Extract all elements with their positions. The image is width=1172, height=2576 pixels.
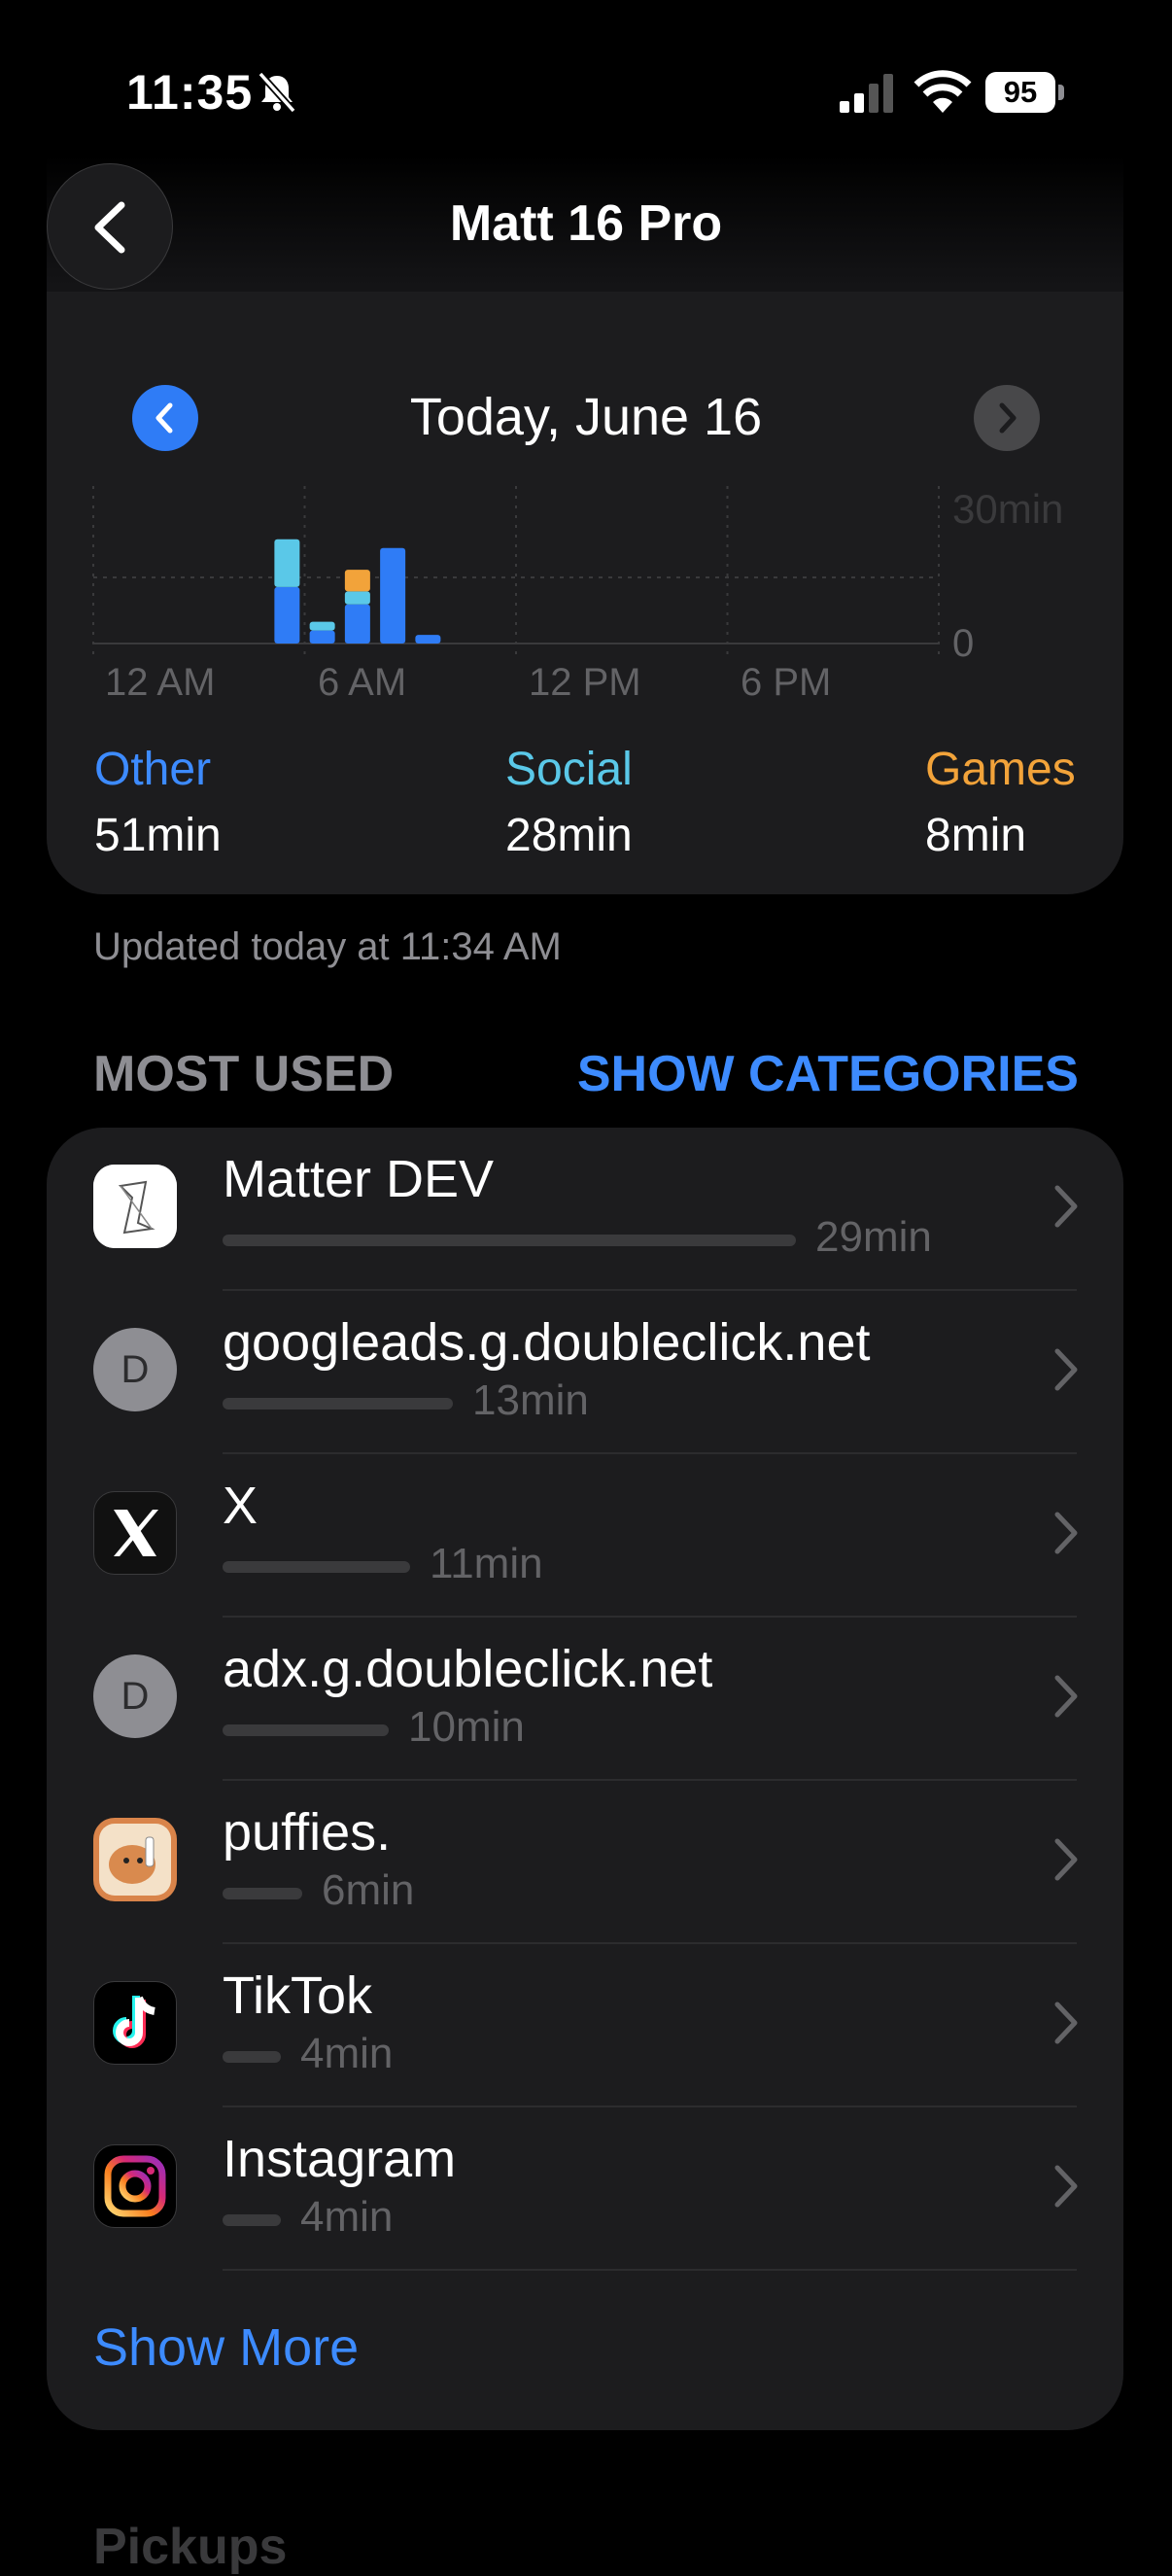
app-time: 10min [408,1703,525,1751]
x-tick-label: 6 PM [741,661,832,704]
x-tick-label: 6 AM [318,661,407,704]
letter-d-icon: D [93,1328,177,1411]
chevron-right-icon [1054,1185,1078,1228]
tiktok-icon [93,1981,177,2065]
category-social-label: Social [505,744,633,795]
app-time: 4min [300,2030,394,2077]
app-name: TikTok [223,1967,373,2025]
chart-bar-segment [274,539,300,587]
usage-bar [223,1888,302,1899]
bell-slash-icon [258,71,296,114]
usage-bar [223,2051,281,2063]
battery-level: 95 [985,72,1055,113]
app-name: puffies. [223,1803,392,1862]
category-games-label: Games [925,744,1076,795]
page-title: Matt 16 Pro [449,195,723,252]
usage-bar [223,1235,796,1246]
app-name: googleads.g.doubleclick.net [223,1313,871,1372]
app-row-instagram[interactable]: Instagram 4min [47,2107,1123,2271]
app-name: adx.g.doubleclick.net [223,1640,713,1698]
instagram-icon [93,2144,177,2228]
chart-bar-segment [344,570,370,592]
app-row-adx[interactable]: D adx.g.doubleclick.net 10min [47,1618,1123,1781]
pickups-section-title: Pickups [93,2519,288,2575]
app-row-tiktok[interactable]: TikTok 4min [47,1944,1123,2107]
usage-bar [223,1398,453,1410]
category-other-label: Other [94,744,212,795]
x-tick-label: 12 PM [529,661,641,704]
app-name: X [223,1477,259,1535]
usage-bar [223,2214,281,2226]
category-other-value: 51min [94,810,222,861]
show-categories-button[interactable]: SHOW CATEGORIES [577,1045,1079,1103]
x-app-icon [93,1491,177,1575]
matter-dev-icon [93,1165,177,1248]
app-time: 11min [430,1540,543,1587]
status-time: 11:35 [126,65,254,120]
x-tick-label: 12 AM [105,661,216,704]
category-games-value: 8min [925,810,1027,861]
chevron-right-icon [1054,2165,1078,2208]
app-time: 29min [815,1213,932,1261]
chevron-right-icon [1054,1675,1078,1718]
app-row-googleads[interactable]: D googleads.g.doubleclick.net 13min [47,1291,1123,1454]
show-more-button[interactable]: Show More [93,2317,359,2378]
wifi-icon [913,70,972,113]
chart-bar-segment [274,586,300,644]
y-tick-label: 0 [952,622,975,665]
chevron-right-icon [1054,1838,1078,1881]
chart-bar-segment [344,591,370,605]
chart-bar-segment [380,547,406,644]
chart-bar-segment [309,630,335,644]
puffies-icon [93,1818,177,1901]
chart-bar-segment [309,621,335,631]
category-social-value: 28min [505,810,633,861]
chart-bar-segment [415,635,441,644]
chevron-right-icon [1054,1348,1078,1391]
letter-d-icon: D [93,1654,177,1738]
y-tick-label: 30min [952,486,1064,532]
chevron-right-icon [1054,1512,1078,1554]
app-time: 6min [322,1866,415,1914]
most-used-header: MOST USED [93,1046,395,1102]
usage-bar [223,1561,410,1573]
chart-bar-segment [344,604,370,644]
app-time: 4min [300,2193,394,2241]
app-row-x[interactable]: X 11min [47,1454,1123,1618]
chevron-right-icon [999,402,1017,434]
app-row-matter-dev[interactable]: Matter DEV 29min [47,1128,1123,1291]
usage-bar [223,1724,389,1736]
next-day-button[interactable] [974,385,1040,451]
chevron-right-icon [1054,2002,1078,2044]
app-row-puffies[interactable]: puffies. 6min [47,1781,1123,1944]
app-time: 13min [472,1376,589,1424]
app-name: Matter DEV [223,1150,495,1208]
battery-indicator: 95 [985,72,1065,113]
updated-timestamp: Updated today at 11:34 AM [93,925,562,968]
app-name: Instagram [223,2130,457,2188]
cellular-signal-icon [840,74,893,113]
